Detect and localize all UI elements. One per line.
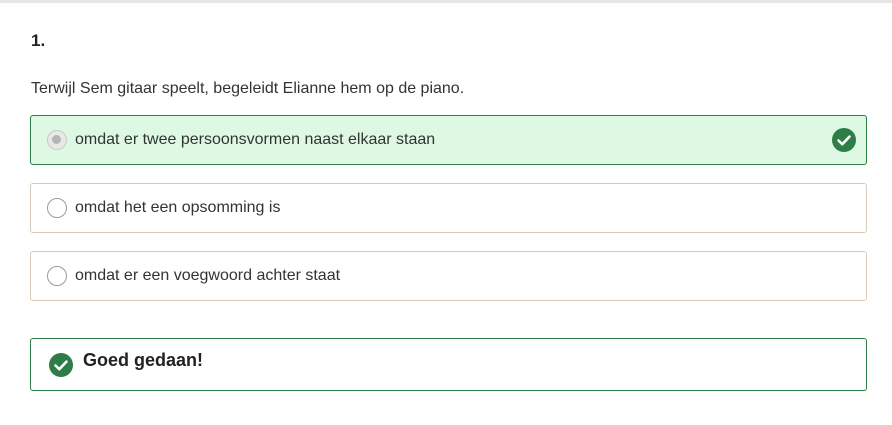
question-text: Terwijl Sem gitaar speelt, begeleidt Eli…: [31, 80, 465, 97]
check-circle-icon: [49, 353, 73, 377]
feedback-box: Goed gedaan!: [30, 338, 867, 391]
answer-option-label: omdat het een opsomming is: [75, 199, 281, 216]
answer-option-label: omdat er een voegwoord achter staat: [75, 267, 341, 284]
check-circle-icon: [832, 128, 856, 152]
exercise-page: 1. Terwijl Sem gitaar speelt, begeleidt …: [0, 0, 892, 425]
answer-option-2[interactable]: omdat het een opsomming is: [30, 183, 867, 233]
answer-option-label: omdat er twee persoonsvormen naast elkaa…: [75, 131, 436, 148]
answer-option-3[interactable]: omdat er een voegwoord achter staat: [30, 251, 867, 301]
question-number: 1.: [31, 31, 46, 50]
answer-option-1[interactable]: omdat er twee persoonsvormen naast elkaa…: [30, 115, 867, 165]
radio-button-selected[interactable]: [47, 130, 67, 150]
radio-button[interactable]: [47, 198, 67, 218]
feedback-message: Goed gedaan!: [83, 350, 204, 370]
radio-button[interactable]: [47, 266, 67, 286]
